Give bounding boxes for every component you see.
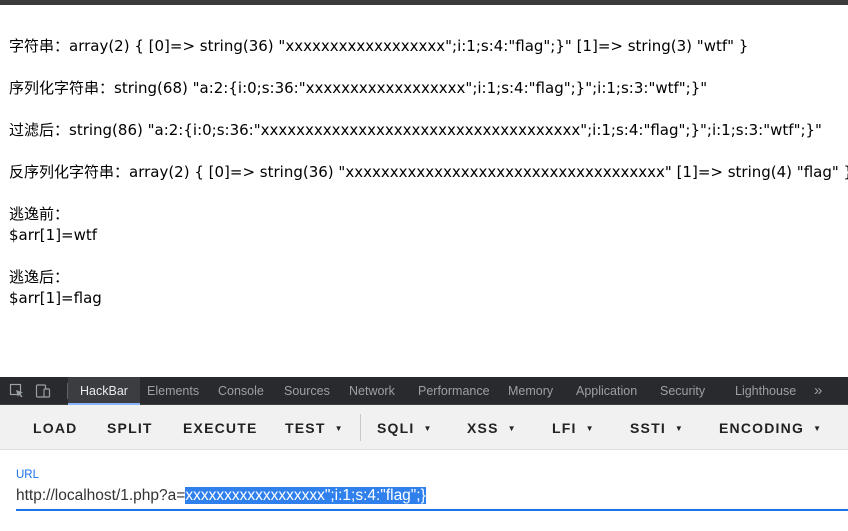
xss-label: XSS bbox=[467, 420, 499, 436]
device-toolbar-icon[interactable] bbox=[35, 383, 51, 399]
url-text[interactable]: http://localhost/1.php?a=xxxxxxxxxxxxxxx… bbox=[16, 485, 426, 507]
encoding-label: ENCODING bbox=[719, 420, 805, 436]
test-dropdown[interactable]: TEST ▼ bbox=[285, 405, 343, 450]
output-line-array: 字符串：array(2) { [0]=> string(36) "xxxxxxx… bbox=[9, 37, 749, 55]
tab-elements[interactable]: Elements bbox=[147, 377, 199, 405]
xss-dropdown[interactable]: XSS ▼ bbox=[467, 405, 516, 450]
tab-memory[interactable]: Memory bbox=[508, 377, 553, 405]
caret-down-icon: ▼ bbox=[423, 424, 432, 433]
tab-security[interactable]: Security bbox=[660, 377, 705, 405]
ssti-dropdown[interactable]: SSTI ▼ bbox=[630, 405, 683, 450]
url-selected-text: xxxxxxxxxxxxxxxxxx";i:1;s:4:"flag";} bbox=[185, 487, 426, 504]
sqli-label: SQLI bbox=[377, 420, 415, 436]
tab-sources[interactable]: Sources bbox=[284, 377, 330, 405]
encoding-dropdown[interactable]: ENCODING ▼ bbox=[719, 405, 821, 450]
toolbar-divider bbox=[360, 414, 361, 441]
inspect-element-icon[interactable] bbox=[9, 383, 25, 399]
tab-hackbar[interactable]: HackBar bbox=[68, 377, 140, 405]
caret-down-icon: ▼ bbox=[813, 424, 821, 433]
url-input[interactable]: http://localhost/1.php?a=xxxxxxxxxxxxxxx… bbox=[16, 485, 848, 511]
hackbar-toolbar: LOAD SPLIT EXECUTE TEST ▼ SQLI ▼ XSS ▼ LFI ▼… bbox=[0, 405, 848, 450]
tab-lighthouse[interactable]: Lighthouse bbox=[735, 377, 796, 405]
test-label: TEST bbox=[285, 420, 326, 436]
output-line-before-value: $arr[1]=wtf bbox=[9, 226, 98, 244]
output-line-after-escape: 逃逸后： bbox=[9, 268, 70, 286]
caret-down-icon: ▼ bbox=[674, 424, 683, 433]
execute-label: EXECUTE bbox=[183, 420, 258, 436]
browser-top-strip bbox=[0, 0, 848, 5]
more-tabs-icon[interactable]: » bbox=[814, 377, 822, 405]
split-label: SPLIT bbox=[107, 420, 153, 436]
output-line-unserialized: 反序列化字符串：array(2) { [0]=> string(36) "xxx… bbox=[9, 163, 848, 181]
url-prefix: http://localhost/1.php?a= bbox=[16, 487, 186, 504]
tab-network[interactable]: Network bbox=[349, 377, 395, 405]
caret-down-icon: ▼ bbox=[507, 424, 516, 433]
tab-console[interactable]: Console bbox=[218, 377, 264, 405]
sqli-dropdown[interactable]: SQLI ▼ bbox=[377, 405, 431, 450]
output-line-before-escape: 逃逸前： bbox=[9, 205, 70, 223]
ssti-label: SSTI bbox=[630, 420, 666, 436]
caret-down-icon: ▼ bbox=[585, 424, 594, 433]
lfi-dropdown[interactable]: LFI ▼ bbox=[552, 405, 594, 450]
lfi-label: LFI bbox=[552, 420, 577, 436]
load-button[interactable]: LOAD bbox=[33, 405, 77, 450]
tab-performance[interactable]: Performance bbox=[418, 377, 490, 405]
output-line-after-value: $arr[1]=flag bbox=[9, 289, 102, 307]
execute-button[interactable]: EXECUTE bbox=[183, 405, 258, 450]
load-label: LOAD bbox=[33, 420, 78, 436]
caret-down-icon: ▼ bbox=[334, 424, 343, 433]
devtools-panel: HackBar Elements Console Sources Network… bbox=[0, 377, 848, 531]
split-button[interactable]: SPLIT bbox=[107, 405, 153, 450]
output-line-serialized: 序列化字符串：string(68) "a:2:{i:0;s:36:"xxxxxx… bbox=[9, 79, 708, 97]
url-label: URL bbox=[16, 469, 40, 481]
output-line-filtered: 过滤后：string(86) "a:2:{i:0;s:36:"xxxxxxxxx… bbox=[9, 121, 822, 139]
url-section: URL http://localhost/1.php?a=xxxxxxxxxxx… bbox=[0, 450, 848, 531]
tab-application[interactable]: Application bbox=[576, 377, 637, 405]
devtools-tabbar: HackBar Elements Console Sources Network… bbox=[0, 377, 848, 405]
